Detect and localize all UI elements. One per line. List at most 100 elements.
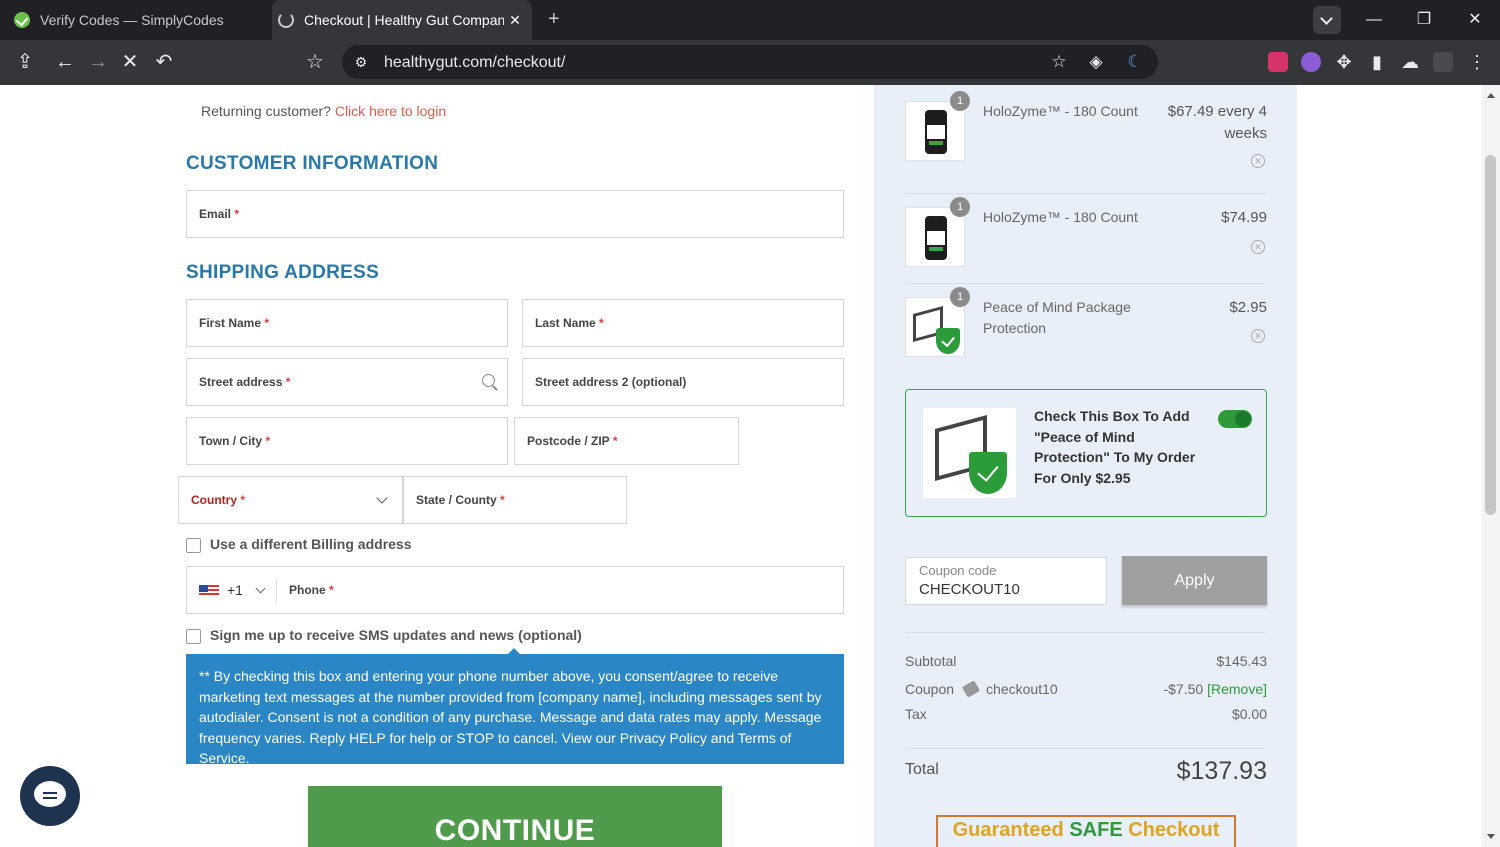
email-field[interactable]: Email * <box>186 190 844 238</box>
total-value: $137.93 <box>1176 757 1267 785</box>
layers-icon[interactable]: ◈ <box>1085 51 1107 73</box>
protection-upsell-text: Check This Box To Add "Peace of Mind Pro… <box>1034 408 1196 486</box>
continue-button[interactable]: CONTINUE <box>308 786 722 847</box>
simplycodes-favicon-icon <box>14 12 30 28</box>
last-name-label: Last Name * <box>535 316 604 330</box>
order-summary: 1 HoloZyme™ - 180 Count $67.49 every 4 w… <box>874 85 1297 847</box>
returning-text: Returning customer? <box>201 103 331 119</box>
protection-toggle[interactable] <box>1218 410 1252 428</box>
tab-simplycodes[interactable]: Verify Codes — SimplyCodes <box>0 0 270 40</box>
close-window-icon[interactable]: ✕ <box>1465 10 1485 30</box>
coupon-label: Coupon <box>905 681 955 697</box>
divider <box>905 193 1267 194</box>
guaranteed-safe-checkout-banner: Guaranteed SAFE Checkout <box>936 815 1236 847</box>
extension-purple-icon[interactable] <box>1301 52 1321 72</box>
remove-coupon-link[interactable]: [Remove] <box>1207 681 1267 697</box>
item-name: HoloZyme™ - 180 Count <box>983 209 1138 225</box>
total-row: Total $137.93 <box>905 757 1267 787</box>
chat-bubble-icon[interactable] <box>20 766 80 826</box>
city-label: Town / City * <box>199 434 271 448</box>
divider <box>276 579 277 603</box>
site-settings-icon[interactable]: ⚙ <box>350 51 372 73</box>
street-address-2-field[interactable]: Street address 2 (optional) <box>522 358 844 406</box>
country-select[interactable]: Country * <box>178 476 403 524</box>
scroll-up-icon[interactable] <box>1487 93 1495 98</box>
restore-icon[interactable]: ❐ <box>1414 10 1434 30</box>
remove-item-icon[interactable]: ✕ <box>1251 154 1265 168</box>
star-icon[interactable]: ☆ <box>1048 51 1070 73</box>
returning-customer: Returning customer? Click here to login <box>201 103 446 119</box>
undo-icon[interactable]: ↶ <box>152 50 176 74</box>
street-address-label: Street address * <box>199 375 291 389</box>
moon-icon[interactable]: ☾ <box>1124 51 1146 73</box>
browser-toolbar: ⇪ ← → ✕ ↶ ☆ ⚙ healthygut.com/checkout/ ☆… <box>0 40 1500 85</box>
upload-icon[interactable]: ⇪ <box>13 50 37 74</box>
back-icon[interactable]: ← <box>53 50 77 74</box>
protection-upsell-box[interactable]: Check This Box To Add "Peace of Mind Pro… <box>905 389 1267 517</box>
street-address-field[interactable]: Street address * <box>186 358 508 406</box>
url-text: healthygut.com/checkout/ <box>384 54 566 71</box>
search-icon <box>482 374 495 387</box>
customer-info-title: CUSTOMER INFORMATION <box>186 153 439 174</box>
chevron-down-icon[interactable] <box>255 583 266 594</box>
coupon-input[interactable]: Coupon code CHECKOUT10 <box>905 557 1107 605</box>
subtotal-label: Subtotal <box>905 653 957 669</box>
tax-row: Tax $0.00 <box>905 706 1267 722</box>
close-tab-icon[interactable]: ✕ <box>506 11 524 29</box>
first-name-field[interactable]: First Name * <box>186 299 508 347</box>
scroll-down-icon[interactable] <box>1487 834 1495 839</box>
loading-spinner-icon <box>278 12 294 28</box>
total-label: Total <box>905 761 939 778</box>
address-bar[interactable]: ⚙ healthygut.com/checkout/ ☆ ◈ ☾ <box>342 45 1158 79</box>
profile-avatar[interactable] <box>1433 52 1453 72</box>
tab-title: Verify Codes — SimplyCodes <box>40 12 224 28</box>
page-scrollbar[interactable] <box>1482 85 1500 847</box>
last-name-field[interactable]: Last Name * <box>522 299 844 347</box>
minimize-icon[interactable]: — <box>1364 10 1384 30</box>
us-flag-icon[interactable] <box>199 585 219 597</box>
login-link[interactable]: Click here to login <box>335 103 446 119</box>
subtotal-row: Subtotal $145.43 <box>905 653 1267 669</box>
phone-field[interactable]: +1 Phone * <box>186 566 844 614</box>
item-price: $2.95 <box>1229 299 1267 316</box>
quantity-badge: 1 <box>950 287 970 307</box>
remove-item-icon[interactable]: ✕ <box>1251 240 1265 254</box>
tab-checkout[interactable]: Checkout | Healthy Gut Company ✕ <box>272 0 532 40</box>
ublock-icon[interactable] <box>1268 52 1288 72</box>
sms-consent-notice: ** By checking this box and entering you… <box>186 648 844 766</box>
holozyme-bottle-icon <box>925 110 947 154</box>
sms-updates-checkbox[interactable] <box>186 629 201 644</box>
city-field[interactable]: Town / City * <box>186 417 508 465</box>
shield-check-icon <box>936 328 960 354</box>
apply-coupon-button[interactable]: Apply <box>1122 556 1267 605</box>
billing-address-checkbox[interactable] <box>186 538 201 553</box>
remove-item-icon[interactable]: ✕ <box>1251 329 1265 343</box>
tax-label: Tax <box>905 706 927 722</box>
divider <box>905 632 1267 633</box>
cloud-upload-icon[interactable]: ☁ <box>1398 50 1422 74</box>
coupon-code: checkout10 <box>986 681 1058 697</box>
postcode-field[interactable]: Postcode / ZIP * <box>514 417 739 465</box>
side-panel-icon[interactable]: ▮ <box>1365 50 1389 74</box>
tax-value: $0.00 <box>1231 706 1267 722</box>
tab-search-button[interactable] <box>1313 6 1341 34</box>
menu-kebab-icon[interactable]: ⋮ <box>1465 50 1489 74</box>
item-name: HoloZyme™ - 180 Count <box>983 103 1138 119</box>
scrollbar-thumb[interactable] <box>1485 155 1496 515</box>
cart-item: 1 Peace of Mind Package Protection $2.95… <box>905 287 1267 367</box>
shield-check-icon <box>969 452 1007 494</box>
new-tab-icon[interactable]: + <box>548 9 560 29</box>
state-field[interactable]: State / County * <box>403 476 627 524</box>
state-label: State / County * <box>416 493 505 507</box>
bookmark-star-icon[interactable]: ☆ <box>303 50 327 74</box>
dial-code[interactable]: +1 <box>227 582 243 598</box>
forward-icon[interactable]: → <box>86 50 110 74</box>
stop-icon[interactable]: ✕ <box>118 50 142 74</box>
extensions-puzzle-icon[interactable]: ✥ <box>1332 50 1356 74</box>
sms-updates-label: Sign me up to receive SMS updates and ne… <box>210 627 582 643</box>
coupon-placeholder: Coupon code <box>919 563 997 578</box>
divider <box>905 748 1267 749</box>
quantity-badge: 1 <box>950 91 970 111</box>
divider <box>905 283 1267 284</box>
subtotal-value: $145.43 <box>1216 653 1267 669</box>
